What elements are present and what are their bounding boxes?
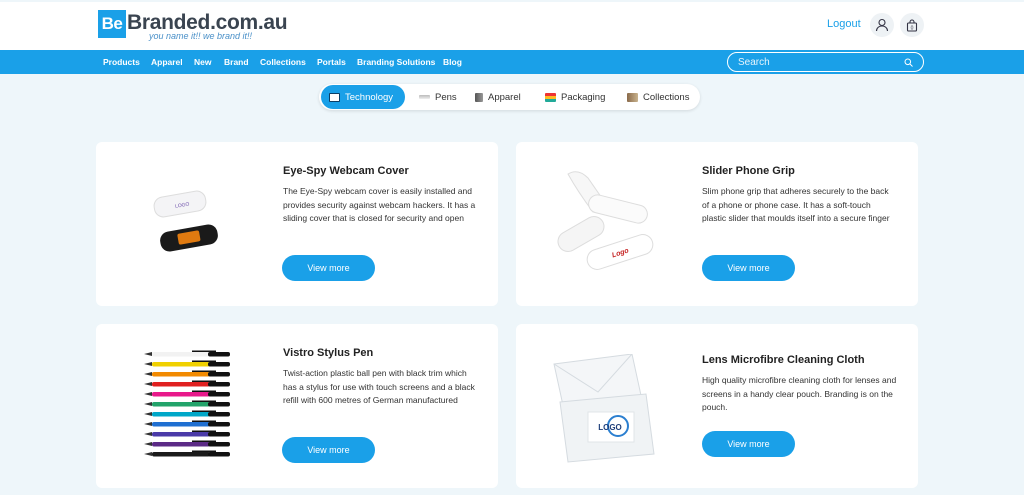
tab-pens[interactable]: Pens	[411, 85, 465, 109]
pen	[144, 420, 230, 427]
product-title: Slider Phone Grip	[702, 165, 795, 177]
search-input[interactable]: Search	[727, 52, 924, 72]
product-title: Vistro Stylus Pen	[283, 347, 374, 359]
view-more-button[interactable]: View more	[282, 255, 375, 281]
product-card: Logo Slider Phone Grip Slim phone grip t…	[516, 142, 918, 306]
stylus-pens-image	[144, 350, 230, 457]
pen	[144, 370, 230, 377]
pens-icon	[419, 95, 430, 99]
product-card: Vistro Stylus Pen Twist-action plastic b…	[96, 324, 498, 488]
tab-label: Technology	[345, 91, 394, 103]
nav-brand[interactable]: Brand	[224, 57, 249, 67]
view-more-button[interactable]: View more	[702, 431, 795, 457]
svg-text:0: 0	[911, 25, 914, 31]
pen	[144, 450, 230, 457]
product-card: LOGO Eye-Spy Webcam Cover The Eye-Spy we…	[96, 142, 498, 306]
category-tabs: Technology Pens Apparel Packaging Collec…	[319, 84, 700, 110]
site-logo[interactable]: Be Branded.com.au you name it!! we brand…	[98, 10, 288, 42]
search-placeholder: Search	[738, 56, 770, 68]
cart-icon[interactable]: 0	[900, 13, 924, 37]
nav-collections[interactable]: Collections	[260, 57, 306, 67]
tab-technology[interactable]: Technology	[321, 85, 405, 109]
technology-icon	[329, 92, 340, 102]
top-header: Be Branded.com.au you name it!! we brand…	[0, 0, 1024, 50]
pen	[144, 380, 230, 387]
product-description: The Eye-Spy webcam cover is easily insta…	[283, 186, 476, 223]
search-icon[interactable]	[904, 58, 913, 67]
pen	[144, 350, 230, 357]
nav-products[interactable]: Products	[103, 57, 140, 67]
nav-portals[interactable]: Portals	[317, 57, 346, 67]
tab-label: Collections	[643, 91, 690, 103]
nav-branding-solutions[interactable]: Branding Solutions	[357, 57, 435, 67]
user-icon[interactable]	[870, 13, 894, 37]
logo-mark: Be	[98, 10, 126, 38]
tab-collections[interactable]: Collections	[619, 85, 697, 109]
cleaning-cloth-image: LOGO	[553, 354, 655, 463]
product-description: High quality microfibre cleaning cloth f…	[702, 375, 897, 412]
pen	[144, 430, 230, 437]
packaging-icon	[545, 92, 556, 102]
product-title: Eye-Spy Webcam Cover	[283, 165, 409, 177]
tab-apparel[interactable]: Apparel	[467, 85, 529, 109]
webcam-cover-image: LOGO	[153, 190, 218, 252]
phone-grip-image: Logo	[557, 171, 654, 270]
view-more-button[interactable]: View more	[702, 255, 795, 281]
svg-text:LOGO: LOGO	[598, 423, 622, 432]
tab-label: Apparel	[488, 91, 521, 103]
nav-new[interactable]: New	[194, 57, 211, 67]
tab-packaging[interactable]: Packaging	[537, 85, 613, 109]
view-more-button[interactable]: View more	[282, 437, 375, 463]
tab-label: Packaging	[561, 91, 606, 103]
collections-icon	[627, 92, 638, 102]
logout-link[interactable]: Logout	[827, 18, 861, 30]
product-description: Twist-action plastic ball pen with black…	[283, 368, 475, 405]
logo-name: Branded.com.au	[127, 11, 288, 34]
pen	[144, 400, 230, 407]
apparel-icon	[475, 92, 483, 102]
nav-blog[interactable]: Blog	[443, 57, 462, 67]
tab-label: Pens	[435, 91, 457, 103]
pen	[144, 360, 230, 367]
product-card: LOGO Lens Microfibre Cleaning Cloth High…	[516, 324, 918, 488]
pen	[144, 440, 230, 447]
pen	[144, 410, 230, 417]
product-title: Lens Microfibre Cleaning Cloth	[702, 354, 865, 366]
product-description: Slim phone grip that adheres securely to…	[702, 186, 890, 223]
pen	[144, 390, 230, 397]
nav-apparel[interactable]: Apparel	[151, 57, 183, 67]
